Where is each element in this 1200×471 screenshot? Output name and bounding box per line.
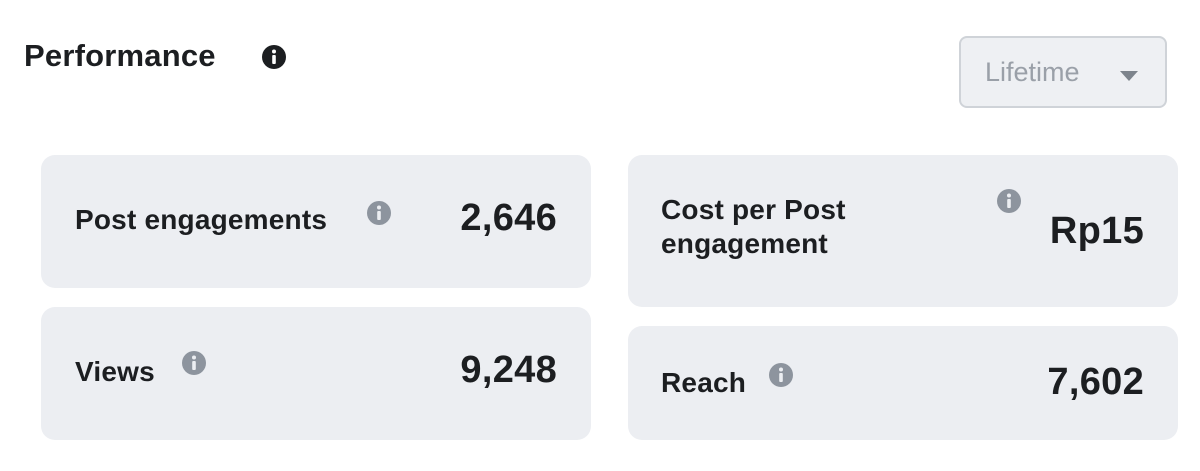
metric-label: Post engagements — [75, 204, 328, 235]
metric-label: Cost per Post engagement — [661, 194, 846, 259]
metric-value: Rp15 — [1049, 210, 1144, 252]
metric-label: Views — [75, 356, 155, 387]
caret-down-icon — [1120, 71, 1138, 81]
metric-value: 2,646 — [460, 197, 557, 239]
info-icon[interactable] — [366, 200, 392, 226]
info-icon[interactable] — [181, 350, 207, 376]
metric-label: Reach — [661, 367, 747, 398]
page-title: Performance — [24, 38, 216, 73]
metric-card-post-engagements: Post engagements 2,646 — [41, 155, 591, 288]
metric-value: 7,602 — [1047, 361, 1144, 403]
period-dropdown[interactable]: Lifetime — [959, 36, 1167, 108]
metric-value: 9,248 — [460, 349, 557, 391]
metric-card-reach: Reach 7,602 — [628, 326, 1178, 440]
info-icon[interactable] — [261, 44, 287, 70]
metric-card-views: Views 9,248 — [41, 307, 591, 440]
info-icon[interactable] — [768, 362, 794, 388]
metric-card-cost-per-post-engagement: Cost per Post engagement Rp15 — [628, 155, 1178, 307]
period-dropdown-label: Lifetime — [985, 56, 1080, 87]
info-icon[interactable] — [996, 188, 1022, 214]
